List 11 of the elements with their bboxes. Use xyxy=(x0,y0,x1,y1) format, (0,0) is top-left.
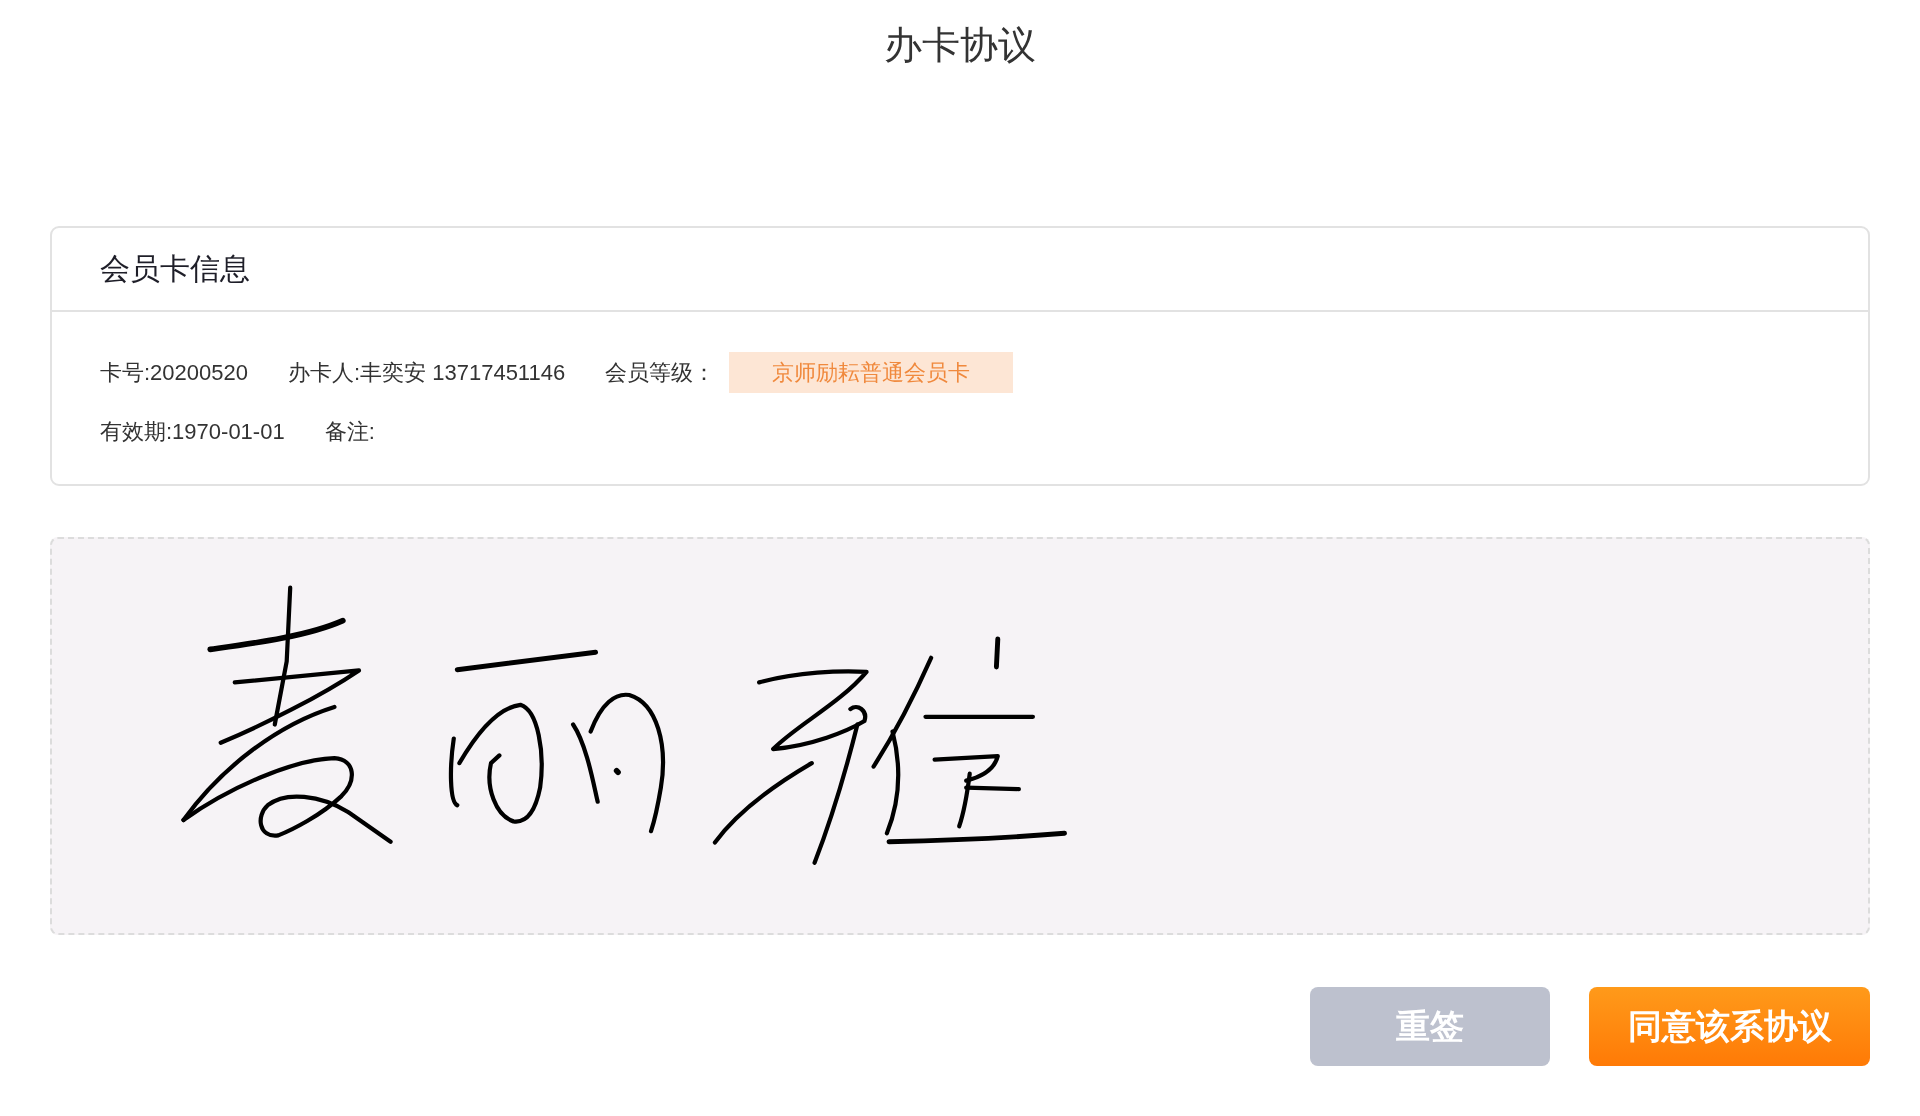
page-title: 办卡协议 xyxy=(884,23,1036,68)
info-text: 办卡人:丰奕安 13717451146 xyxy=(288,358,566,387)
re-sign-button[interactable]: 重签 xyxy=(1310,987,1550,1066)
info-text: 有效期:1970-01-01 xyxy=(100,418,285,446)
info-text: 卡号:20200520 xyxy=(100,358,248,387)
level-tag: 京师励耘普通会员卡 xyxy=(729,352,1014,393)
info-text: 备注: xyxy=(324,418,375,446)
card-title: 会员卡信息 xyxy=(100,250,250,287)
signature-pad[interactable] xyxy=(50,537,1870,935)
agree-button[interactable]: 同意该系协议 xyxy=(1589,987,1870,1066)
info-label: 会员等级： xyxy=(605,358,716,387)
